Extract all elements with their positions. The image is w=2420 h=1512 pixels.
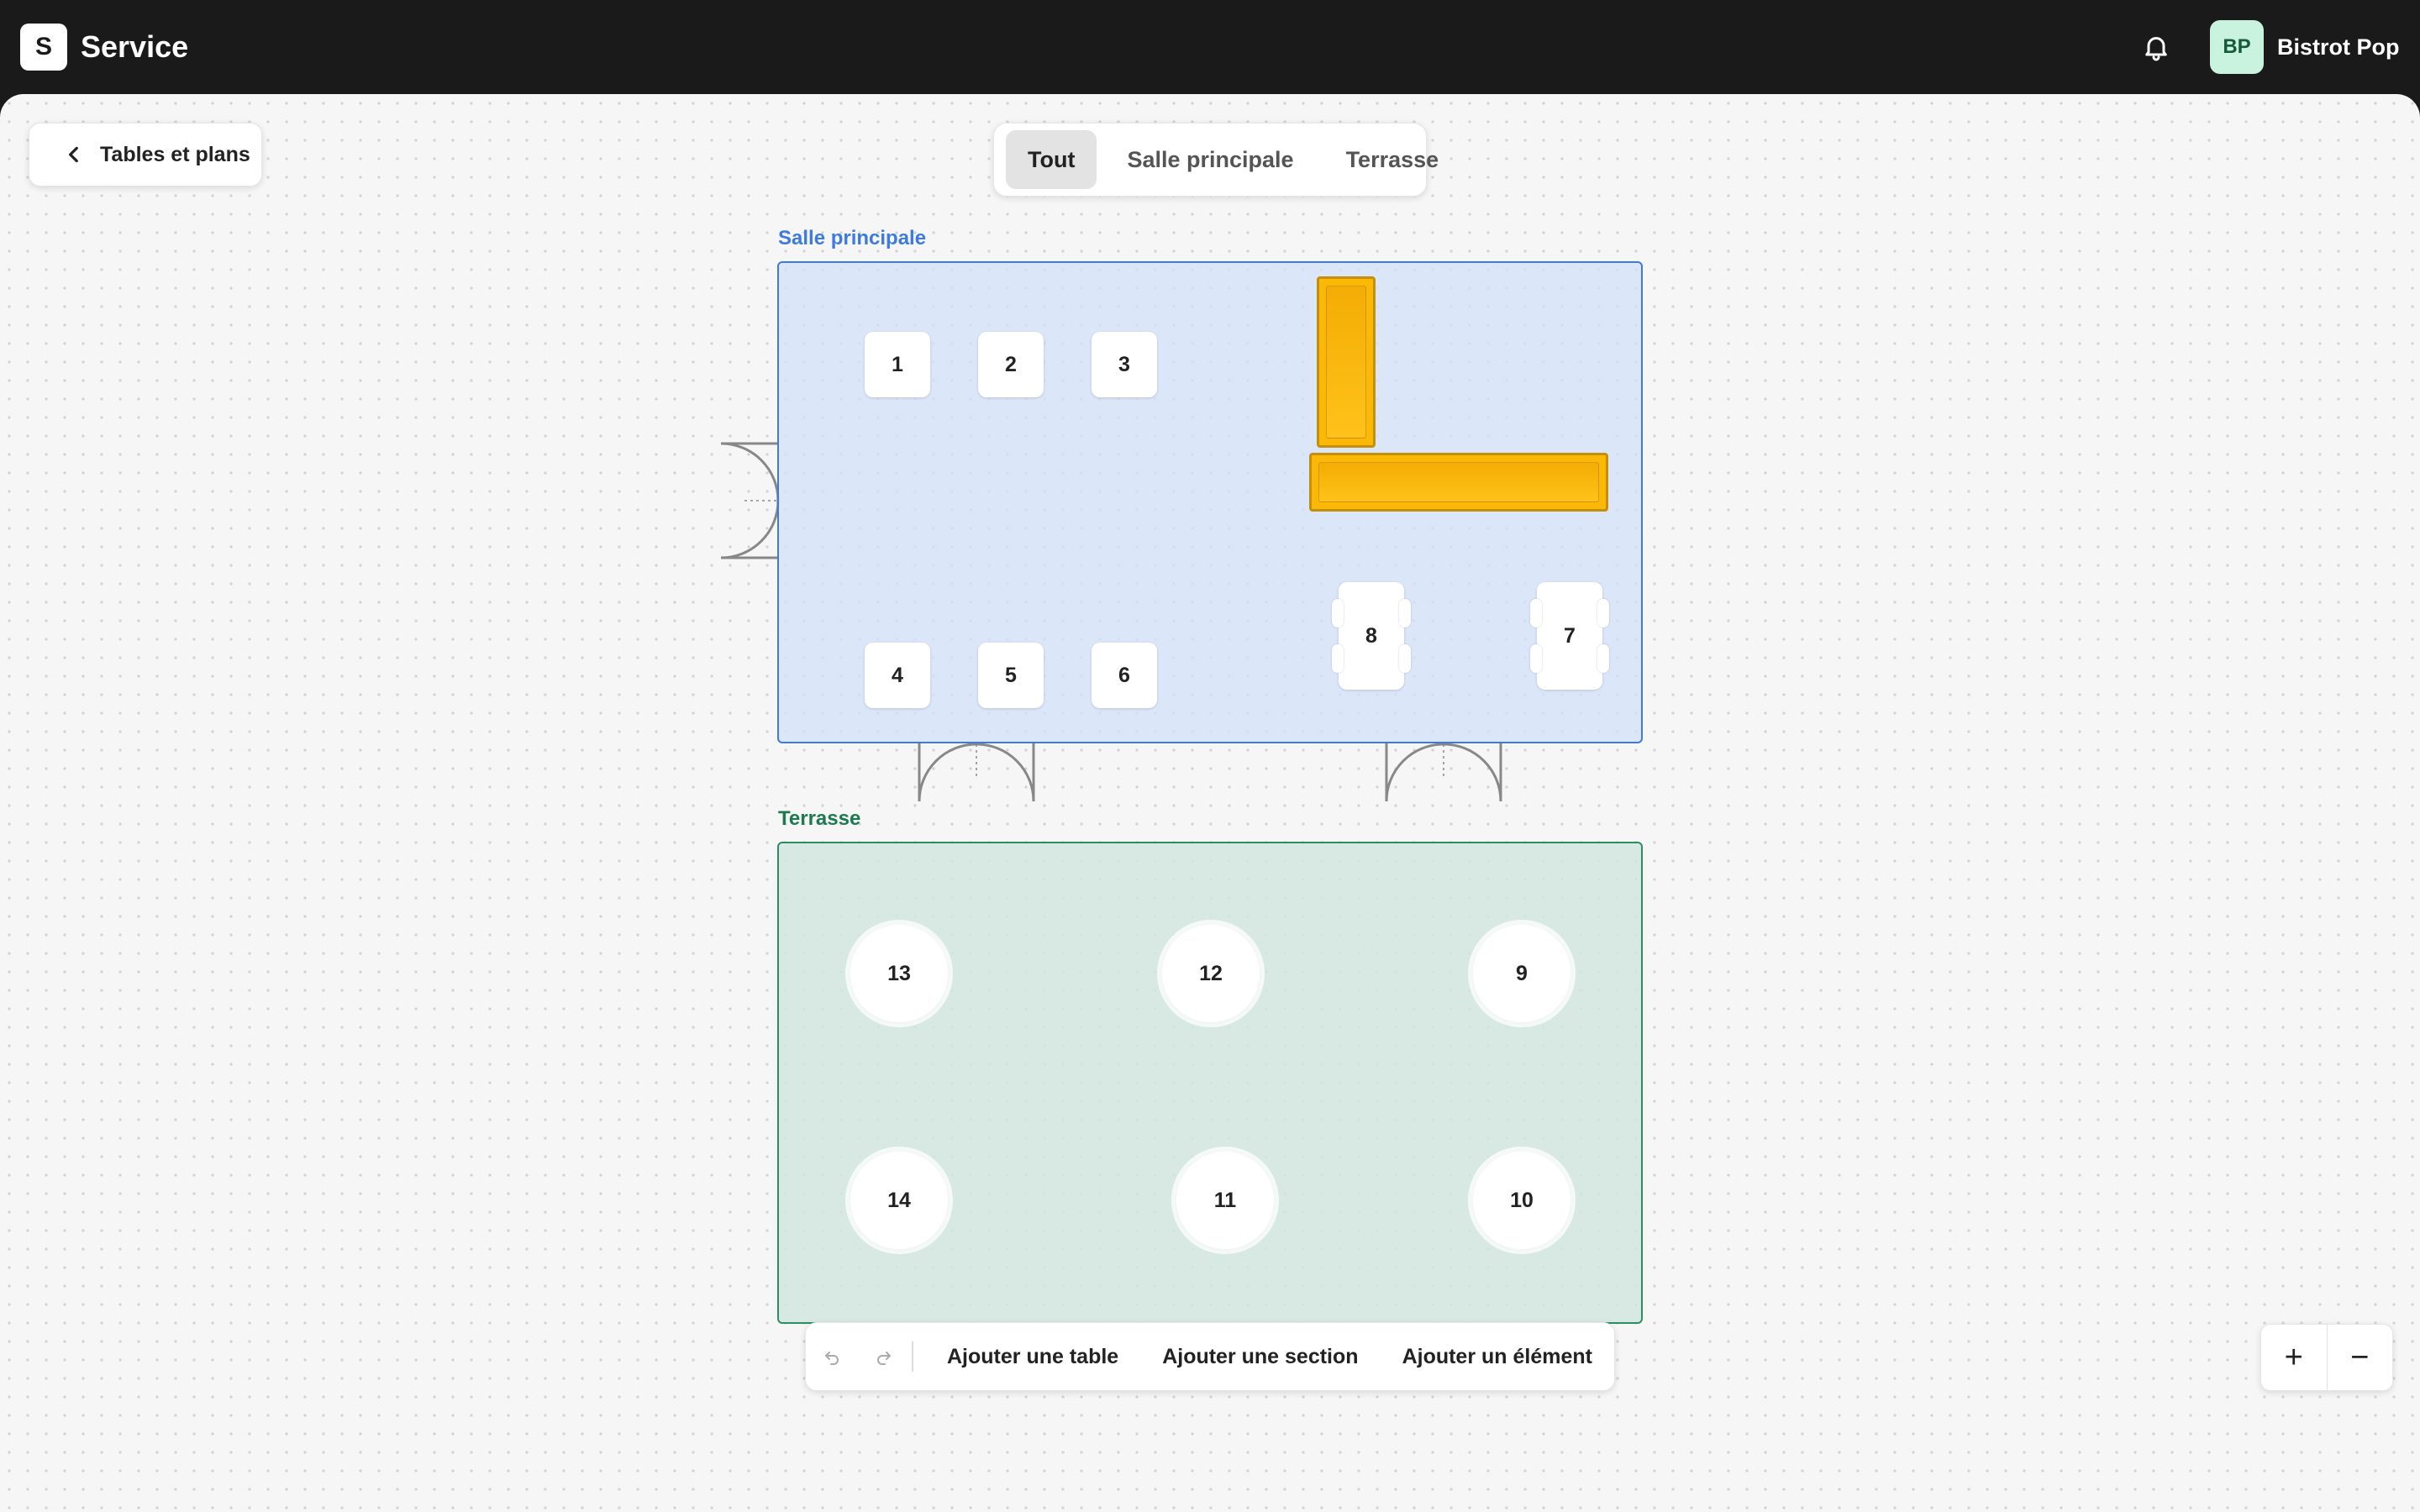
toolbar-divider — [912, 1341, 913, 1372]
chair — [1332, 644, 1344, 673]
undo-icon — [825, 1352, 839, 1365]
table-1[interactable]: 1 — [865, 327, 930, 402]
undo-button[interactable] — [806, 1322, 858, 1391]
table-9[interactable]: 9 — [1473, 925, 1570, 1022]
chair — [1332, 599, 1344, 627]
table-2[interactable]: 2 — [978, 327, 1044, 402]
door-west[interactable] — [719, 442, 780, 559]
section-terrace[interactable]: 13 12 9 14 11 10 — [777, 842, 1643, 1324]
zoom-out-button[interactable]: − — [2328, 1325, 2393, 1390]
table-6[interactable]: 6 — [1092, 638, 1157, 713]
chair — [1399, 599, 1411, 627]
door-south-left[interactable] — [918, 743, 1035, 803]
table-4[interactable]: 4 — [865, 638, 930, 713]
app-logo[interactable]: S — [20, 24, 67, 71]
bar-counter-surface — [1318, 462, 1599, 502]
redo-button[interactable] — [858, 1322, 910, 1391]
table-8[interactable]: 8 — [1332, 582, 1411, 690]
add-section-button[interactable]: Ajouter une section — [1140, 1322, 1380, 1391]
tab-main-room[interactable]: Salle principale — [1105, 130, 1315, 189]
table-11[interactable]: 11 — [1176, 1152, 1274, 1249]
section-main-room[interactable]: 1 2 3 4 5 6 8 7 — [777, 261, 1643, 743]
app-title: Service — [81, 29, 189, 64]
table-8-label: 8 — [1365, 623, 1377, 648]
table-7-label: 7 — [1564, 623, 1576, 648]
chair — [1530, 644, 1542, 673]
top-bar: S Service BP Bistrot Pop — [0, 0, 2420, 94]
chair — [1399, 644, 1411, 673]
door-south-right[interactable] — [1385, 743, 1502, 803]
bell-icon[interactable] — [2141, 32, 2171, 62]
bar-counter-vertical[interactable] — [1317, 276, 1376, 448]
chevron-left-icon — [69, 146, 78, 163]
tab-all[interactable]: Tout — [1006, 130, 1097, 189]
section-filter-tabs: Tout Salle principale Terrasse — [993, 123, 1439, 197]
bar-counter-surface — [1326, 286, 1366, 438]
table-3[interactable]: 3 — [1092, 327, 1157, 402]
section-label-terrace: Terrasse — [778, 807, 861, 830]
section-label-main: Salle principale — [778, 227, 927, 249]
zoom-controls: + − — [2260, 1324, 2393, 1391]
zoom-in-button[interactable]: + — [2261, 1325, 2327, 1390]
table-10[interactable]: 10 — [1473, 1152, 1570, 1249]
table-12[interactable]: 12 — [1162, 925, 1260, 1022]
avatar[interactable]: BP — [2210, 20, 2264, 74]
table-5[interactable]: 5 — [978, 638, 1044, 713]
add-element-button[interactable]: Ajouter un élément — [1381, 1322, 1614, 1391]
floor-plan-canvas[interactable]: Tables et plans Tout Salle principale Te… — [0, 94, 2420, 1512]
chair — [1597, 644, 1609, 673]
table-7[interactable]: 7 — [1530, 582, 1609, 690]
tab-terrace[interactable]: Terrasse — [1324, 130, 1461, 189]
table-14[interactable]: 14 — [850, 1152, 948, 1249]
redo-icon — [877, 1352, 892, 1365]
table-13[interactable]: 13 — [850, 925, 948, 1022]
bar-counter-horizontal[interactable] — [1309, 453, 1608, 512]
chair — [1597, 599, 1609, 627]
back-button[interactable]: Tables et plans — [29, 123, 262, 186]
back-button-label: Tables et plans — [100, 142, 250, 166]
chair — [1530, 599, 1542, 627]
editor-toolbar: Ajouter une table Ajouter une section Aj… — [805, 1322, 1615, 1391]
account-name[interactable]: Bistrot Pop — [2277, 30, 2400, 64]
add-table-button[interactable]: Ajouter une table — [925, 1322, 1140, 1391]
